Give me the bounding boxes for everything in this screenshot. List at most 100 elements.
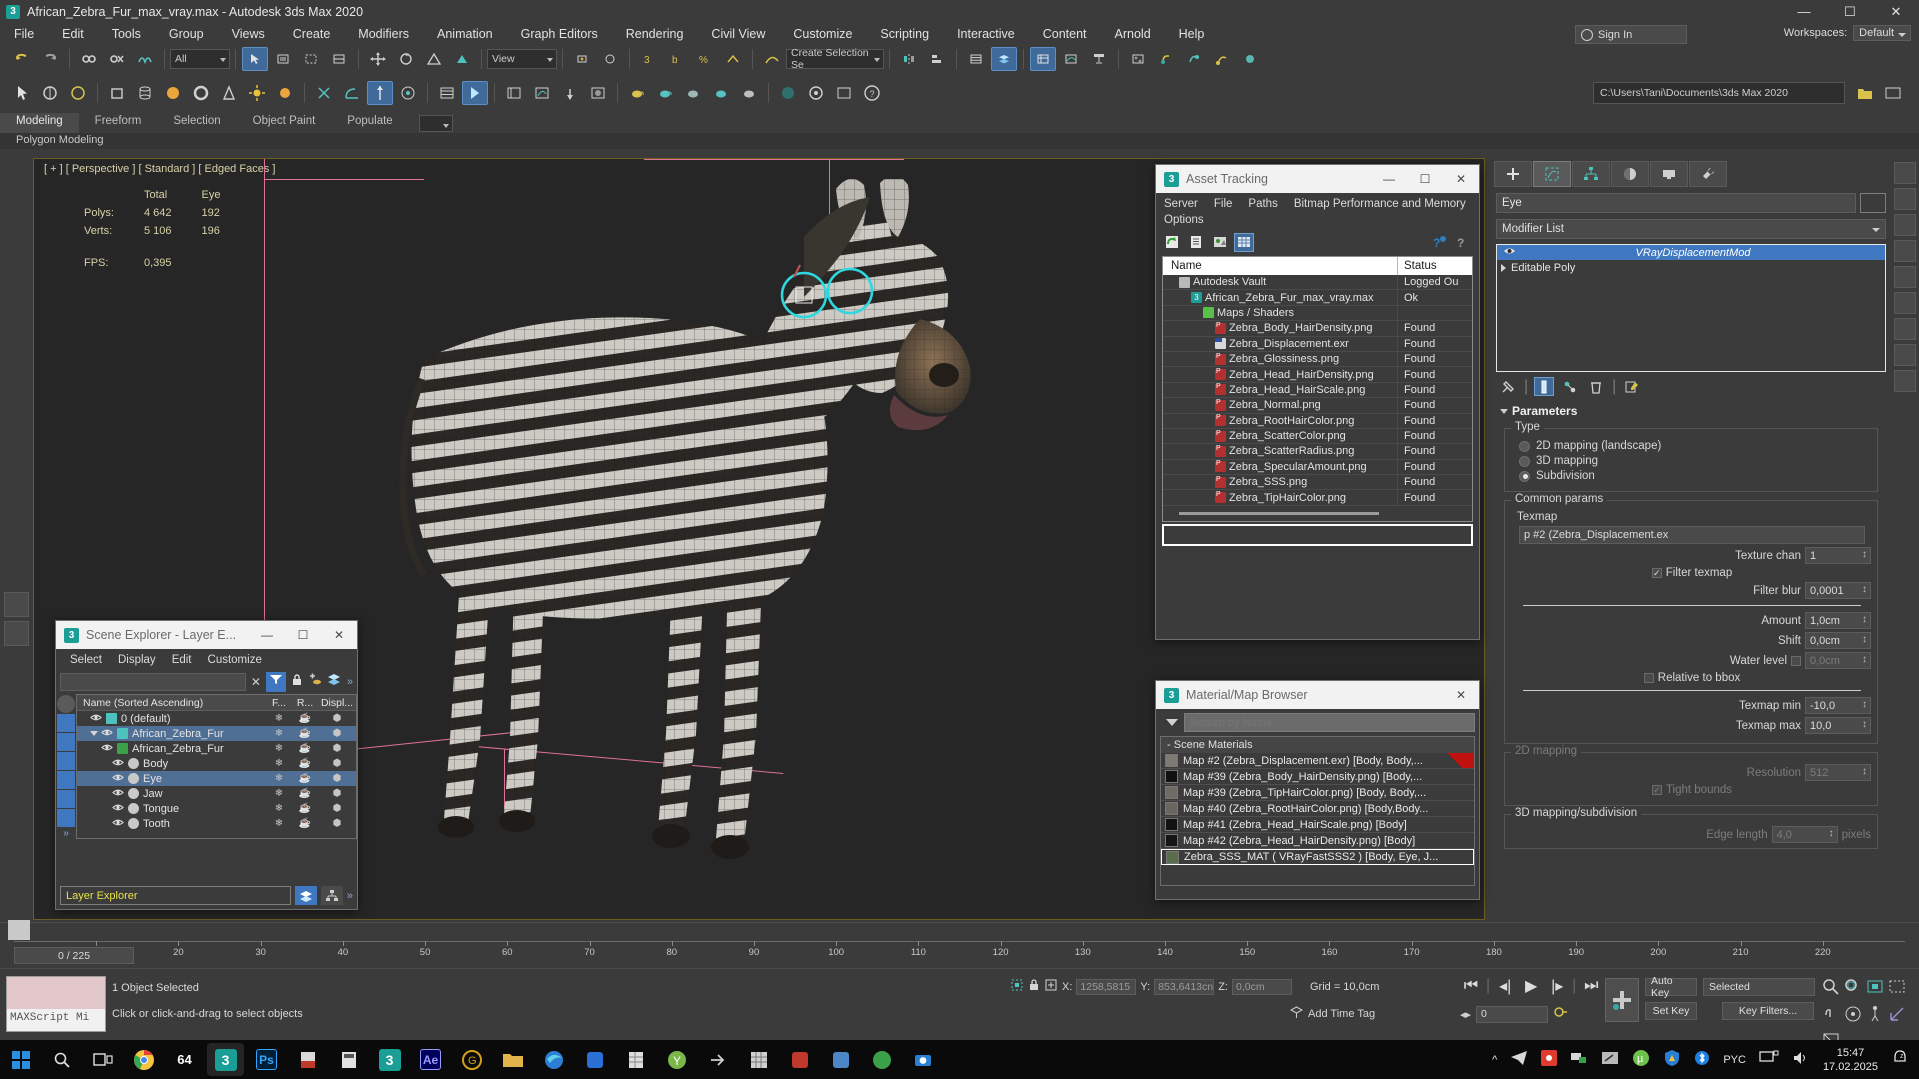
visibility-eye-icon[interactable] bbox=[90, 713, 102, 725]
asset-tracking-maximize-button[interactable]: ☐ bbox=[1407, 165, 1443, 193]
list-view-icon[interactable] bbox=[1186, 233, 1206, 252]
rail-spacewarp-icon[interactable] bbox=[1893, 344, 1916, 366]
explorer-mode-dropdown[interactable]: Layer Explorer bbox=[60, 886, 291, 905]
modifier-stack-row[interactable]: Editable Poly bbox=[1497, 260, 1885, 275]
se-menu-display[interactable]: Display bbox=[110, 652, 164, 668]
menu-create[interactable]: Create bbox=[279, 23, 345, 45]
orbit-icon[interactable] bbox=[1844, 1005, 1862, 1028]
explore-folder-button[interactable] bbox=[1880, 81, 1906, 105]
blue-icon[interactable] bbox=[576, 1043, 613, 1076]
zoom-extents-icon[interactable] bbox=[1866, 978, 1884, 1001]
rectangular-selection-button[interactable] bbox=[298, 47, 324, 71]
selection-filter-dropdown[interactable]: All bbox=[170, 49, 230, 69]
scene-explorer-tree[interactable]: Name (Sorted Ascending) F... R... Displ.… bbox=[76, 694, 357, 839]
align-tool-button[interactable] bbox=[924, 47, 950, 71]
filter-lights-icon[interactable] bbox=[57, 733, 75, 751]
named-selection-sets-button[interactable] bbox=[434, 81, 460, 105]
arrow-icon[interactable] bbox=[699, 1043, 736, 1076]
display-box-icon[interactable]: ⬢ bbox=[318, 758, 356, 769]
rail-box-icon[interactable] bbox=[1893, 214, 1916, 236]
asset-col-name[interactable]: Name bbox=[1163, 257, 1398, 275]
render-setup-button[interactable] bbox=[1153, 47, 1179, 71]
menu-views[interactable]: Views bbox=[218, 23, 279, 45]
footer-more-icon[interactable]: » bbox=[347, 890, 353, 902]
modifier-eye-icon[interactable] bbox=[1503, 246, 1516, 259]
close-button[interactable]: ✕ bbox=[1873, 0, 1919, 23]
pdf-icon[interactable] bbox=[289, 1043, 326, 1076]
viewport-label[interactable]: [ + ] [ Perspective ] [ Standard ] [ Edg… bbox=[44, 163, 275, 175]
curve-editor-button[interactable] bbox=[759, 47, 785, 71]
absolute-mode-icon[interactable] bbox=[1044, 978, 1058, 995]
select-and-link-2-button[interactable] bbox=[597, 47, 623, 71]
expand-triangle-icon[interactable] bbox=[90, 731, 98, 736]
auto-key-button[interactable]: Auto Key bbox=[1645, 975, 1697, 999]
search-icon[interactable] bbox=[43, 1043, 80, 1076]
asset-table-row[interactable]: Zebra_ScatterRadius.png Found bbox=[1163, 443, 1472, 460]
tab-motion[interactable] bbox=[1611, 161, 1649, 187]
filter-shapes-icon[interactable] bbox=[57, 790, 75, 808]
render-setup-2-button[interactable] bbox=[803, 81, 829, 105]
filter-geometry-icon[interactable] bbox=[57, 714, 75, 732]
asset-table-row[interactable]: Zebra_Displacement.exr Found bbox=[1163, 336, 1472, 352]
visibility-eye-icon[interactable] bbox=[101, 728, 113, 740]
chevron-up-icon[interactable]: ^ bbox=[1492, 1054, 1497, 1066]
unlink-button[interactable] bbox=[104, 47, 130, 71]
material-row[interactable]: Map #40 (Zebra_RootHairColor.png) [Body,… bbox=[1161, 801, 1474, 817]
display-box-icon[interactable]: ⬢ bbox=[318, 818, 356, 829]
frozen-snowflake-icon[interactable]: ❄ bbox=[266, 818, 292, 829]
material-row[interactable]: Map #2 (Zebra_Displacement.exr) [Body, B… bbox=[1161, 753, 1474, 769]
asset-table-row[interactable]: Autodesk Vault Logged Ou bbox=[1163, 274, 1472, 291]
scene-tree-row[interactable]: Body ❄ ☕ ⬢ bbox=[77, 756, 356, 771]
layers-icon[interactable] bbox=[327, 673, 342, 691]
rail-helper-icon[interactable] bbox=[1893, 318, 1916, 340]
render-in-frame-button[interactable] bbox=[831, 81, 857, 105]
asset-tracking-minimize-button[interactable]: — bbox=[1371, 165, 1407, 193]
scene-tree-row[interactable]: Eye ❄ ☕ ⬢ bbox=[77, 771, 356, 786]
named-selection-copy-button[interactable]: 3 bbox=[636, 47, 662, 71]
sheet-icon[interactable] bbox=[617, 1043, 654, 1076]
remove-modifier-icon[interactable] bbox=[1586, 377, 1606, 396]
filter-blur-spinner[interactable]: 0,0001 bbox=[1805, 582, 1871, 599]
asset-table-row[interactable]: Maps / Shaders bbox=[1163, 305, 1472, 322]
select-and-place-button[interactable] bbox=[449, 47, 475, 71]
frame-stepper-icon[interactable]: ◂▸ bbox=[1460, 1008, 1471, 1021]
teams-icon[interactable] bbox=[822, 1043, 859, 1076]
bluetooth-icon[interactable] bbox=[1694, 1050, 1710, 1069]
maxscript-listener[interactable]: MAXScript Mi bbox=[6, 976, 106, 1032]
workspaces-dropdown[interactable]: Default bbox=[1853, 25, 1911, 41]
window-crossing-button[interactable] bbox=[326, 47, 352, 71]
material-browser-list[interactable]: - Scene Materials Map #2 (Zebra_Displace… bbox=[1160, 736, 1475, 886]
material-row[interactable]: Zebra_SSS_MAT ( VRayFastSSS2 ) [Body, Ey… bbox=[1161, 849, 1474, 865]
taskbar-clock[interactable]: 15:47 17.02.2025 bbox=[1823, 1046, 1878, 1074]
network-icon[interactable] bbox=[1570, 1050, 1588, 1069]
menu-edit[interactable]: Edit bbox=[48, 23, 98, 45]
rail-camera-icon[interactable] bbox=[1893, 292, 1916, 314]
render-teapot-icon[interactable]: ☕ bbox=[292, 773, 318, 784]
display-box-icon[interactable]: ⬢ bbox=[318, 743, 356, 754]
at-menu-file[interactable]: File bbox=[1206, 196, 1241, 212]
col-render[interactable]: R... bbox=[292, 697, 318, 709]
scene-tree-row[interactable]: Jaw ❄ ☕ ⬢ bbox=[77, 786, 356, 801]
zebra-model[interactable] bbox=[364, 179, 1104, 879]
asset-table-hscrollbar[interactable] bbox=[1167, 507, 1468, 519]
curve-editor-3-button[interactable] bbox=[529, 81, 555, 105]
se-menu-select[interactable]: Select bbox=[62, 652, 110, 668]
material-map-browser-window[interactable]: 3 Material/Map Browser ✕ - Scene Materia… bbox=[1155, 680, 1480, 900]
object-color-swatch[interactable] bbox=[1860, 193, 1886, 213]
calc-icon[interactable] bbox=[330, 1043, 367, 1076]
asset-table-row[interactable]: Zebra_Normal.png Found bbox=[1163, 397, 1472, 414]
lock-icon[interactable] bbox=[291, 673, 303, 691]
y-icon[interactable]: Y bbox=[658, 1043, 695, 1076]
selection-lock-icon[interactable] bbox=[1010, 978, 1024, 995]
go-to-end-button[interactable]: ⏭ bbox=[1580, 976, 1602, 996]
coord-z-field[interactable]: 0,0cm bbox=[1231, 978, 1292, 995]
menu-animation[interactable]: Animation bbox=[423, 23, 507, 45]
select-object-2-button[interactable] bbox=[9, 81, 35, 105]
render-teapot-icon[interactable]: ☕ bbox=[292, 728, 318, 739]
select-and-rotate-button[interactable] bbox=[393, 47, 419, 71]
material-row[interactable]: Map #39 (Zebra_TipHairColor.png) [Body, … bbox=[1161, 785, 1474, 801]
tab-display[interactable] bbox=[1650, 161, 1688, 187]
at-menu-paths[interactable]: Paths bbox=[1240, 196, 1285, 212]
frozen-snowflake-icon[interactable]: ❄ bbox=[266, 773, 292, 784]
display-box-icon[interactable]: ⬢ bbox=[318, 788, 356, 799]
